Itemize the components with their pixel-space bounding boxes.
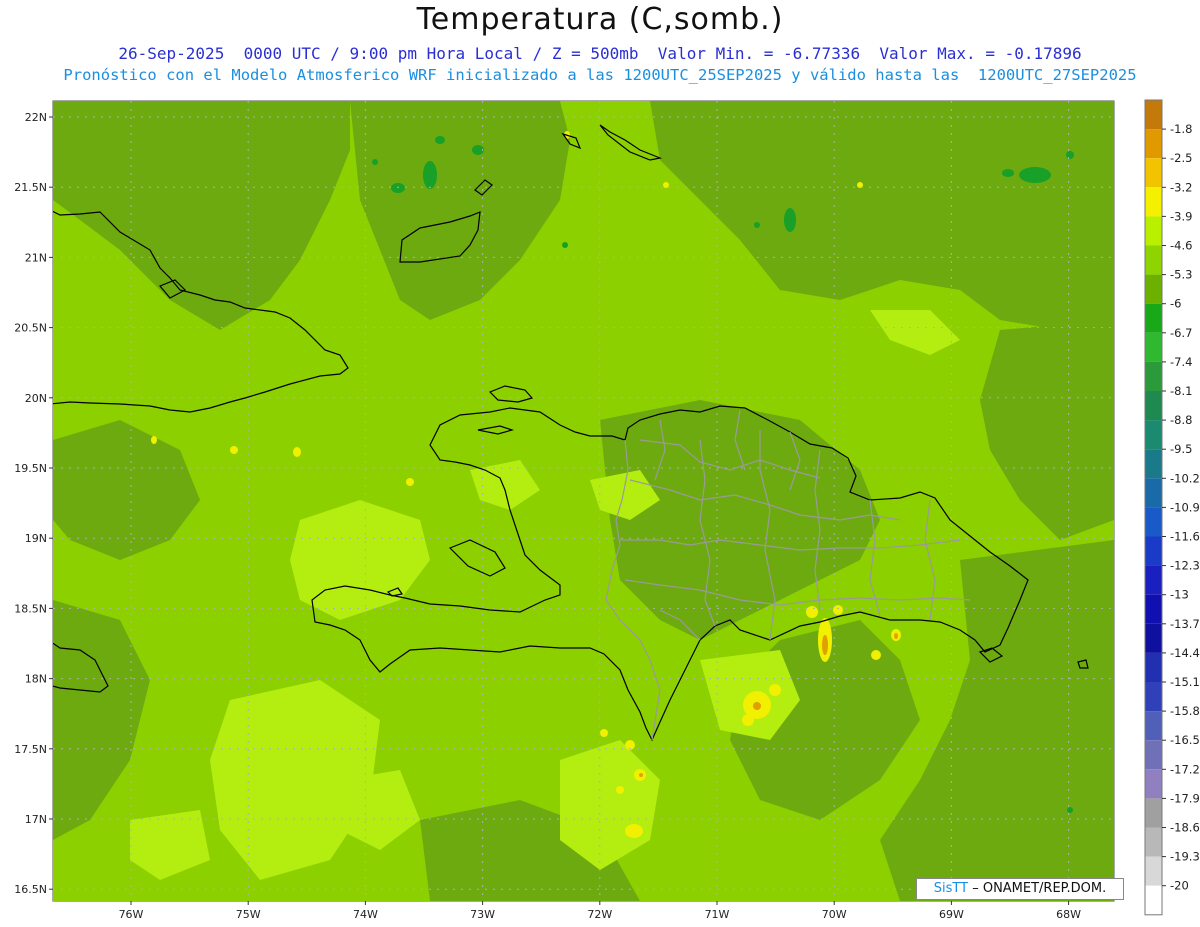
lon-label: 69W [939,908,964,921]
lon-label: 73W [470,908,495,921]
temperature-field [53,101,1114,901]
colorbar-label: -19.3 [1170,850,1200,864]
colorbar-label: -9.5 [1170,442,1192,456]
colorbar-swatch [1145,129,1162,159]
colorbar-label: -11.6 [1170,530,1200,544]
lat-label: 19.5N [14,462,47,475]
lat-label: 20N [25,392,47,405]
colorbar-label: -10.2 [1170,471,1200,485]
colorbar-swatch [1145,245,1162,275]
colorbar-label: -8.8 [1170,413,1192,427]
colorbar-label: -17.2 [1170,762,1200,776]
colorbar-swatch [1145,100,1162,130]
colorbar-swatch [1145,332,1162,362]
lat-label: 22N [25,111,47,124]
colorbar-label: -6 [1170,297,1181,311]
colorbar-swatch [1145,507,1162,537]
colorbar-swatch [1145,478,1162,508]
lon-label: 72W [587,908,612,921]
colorbar-label: -1.8 [1170,122,1192,136]
lon-label: 68W [1056,908,1081,921]
lon-label: 74W [353,908,378,921]
colorbar-label: -12.3 [1170,559,1200,573]
colorbar-label: -17.9 [1170,791,1200,805]
lat-label: 20.5N [14,322,47,335]
colorbar-swatch [1145,769,1162,799]
colorbar-label: -13.7 [1170,617,1200,631]
colorbar-swatch [1145,856,1162,886]
colorbar-label: -16.5 [1170,733,1200,747]
colorbar-label: -2.5 [1170,151,1192,165]
colorbar-swatch [1145,565,1162,595]
lat-label: 21.5N [14,181,47,194]
colorbar-swatch [1145,798,1162,828]
lat-label: 17N [25,813,47,826]
colorbar-label: -14.4 [1170,646,1200,660]
latitude-axis: 22N 21.5N 21N 20.5N 20N 19.5N 19N 18.5N 18N 17.5N… [14,111,53,896]
colorbar-label: -15.1 [1170,675,1200,689]
lat-label: 16.5N [14,883,47,896]
map-canvas: 22N 21.5N 21N 20.5N 20N 19.5N 19N 18.5N 18N 17.5N… [14,99,1200,921]
colorbar-label: -13 [1170,588,1189,602]
colorbar-swatch [1145,827,1162,857]
colorbar-swatch [1145,594,1162,624]
lat-label: 21N [25,251,47,264]
colorbar-label: -15.8 [1170,704,1200,718]
lon-label: 75W [236,908,261,921]
colorbar: -1.8 -2.5 -3.2 -3.9 -4.6 -5.3 -6 -6.7 -7.4 -8.1 -8… [1144,99,1200,916]
colorbar-swatch [1145,158,1162,188]
colorbar-swatch [1145,420,1162,450]
colorbar-swatch [1145,361,1162,391]
colorbar-swatch [1145,623,1162,653]
credit-sis: SisTT [933,881,969,896]
colorbar-swatch [1145,740,1162,770]
colorbar-swatch [1145,274,1162,304]
lat-label: 17.5N [14,743,47,756]
colorbar-label: -3.9 [1170,209,1192,223]
colorbar-label: -18.6 [1170,821,1200,835]
colorbar-swatch [1145,711,1162,741]
lon-label: 76W [119,908,144,921]
colorbar-swatch [1145,187,1162,217]
lon-label: 70W [822,908,847,921]
colorbar-swatch [1145,216,1162,246]
lon-label: 71W [705,908,730,921]
colorbar-swatch [1145,885,1162,915]
colorbar-swatch [1145,652,1162,682]
colorbar-label: -7.4 [1170,355,1192,369]
colorbar-label: -20 [1170,879,1189,893]
colorbar-label: -4.6 [1170,239,1192,253]
colorbar-swatch [1145,303,1162,333]
colorbar-swatch [1145,536,1162,566]
colorbar-swatch [1145,391,1162,421]
colorbar-label: -8.1 [1170,384,1192,398]
colorbar-label: -6.7 [1170,326,1192,340]
colorbar-label: -3.2 [1170,180,1192,194]
colorbar-swatch [1145,449,1162,479]
colorbar-swatch [1145,682,1162,712]
lat-label: 18.5N [14,602,47,615]
credit-onamet: – ONAMET/REP.DOM. [972,881,1107,896]
longitude-axis: 76W 75W 74W 73W 72W 71W 70W 69W 68W [119,901,1081,921]
lat-label: 18N [25,673,47,686]
credit-box: SisTT – ONAMET/REP.DOM. [916,878,1124,900]
colorbar-label: -5.3 [1170,268,1192,282]
lat-label: 19N [25,532,47,545]
colorbar-label: -10.9 [1170,500,1200,514]
